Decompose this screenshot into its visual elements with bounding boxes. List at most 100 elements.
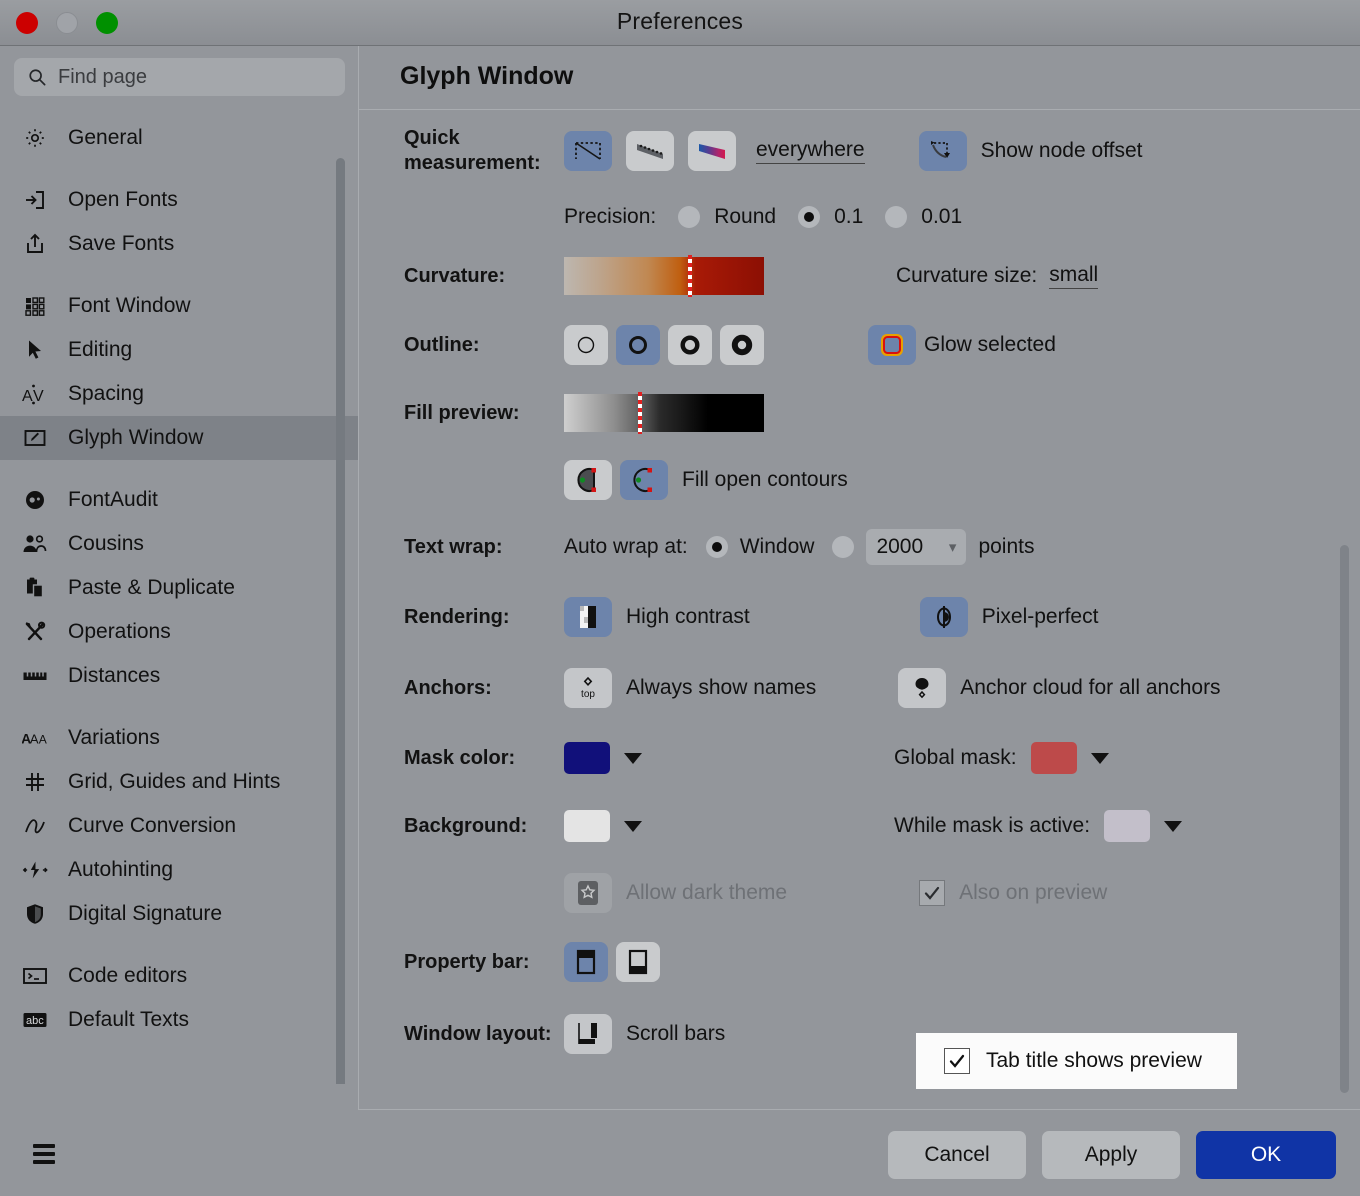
- background-color-swatch[interactable]: [564, 810, 610, 842]
- hamburger-menu-icon[interactable]: [33, 1144, 55, 1168]
- sidebar-item-glyph-window[interactable]: Glyph Window: [0, 416, 359, 460]
- precision-radio-0-01[interactable]: [885, 206, 908, 228]
- precision-radio-0-1[interactable]: [798, 206, 821, 228]
- sidebar-item-code-editors[interactable]: Code editors: [0, 954, 359, 998]
- glow-selected-toggle[interactable]: [868, 325, 916, 365]
- apply-button[interactable]: Apply: [1042, 1131, 1180, 1179]
- chevron-down-icon[interactable]: [624, 820, 642, 832]
- outline-weight-2-button[interactable]: [616, 325, 660, 365]
- svg-text:A: A: [22, 388, 33, 405]
- auto-wrap-points-select[interactable]: 2000 ▾: [866, 529, 967, 565]
- sidebar-item-open-fonts[interactable]: Open Fonts: [0, 178, 359, 222]
- auto-wrap-radio-window[interactable]: [705, 536, 728, 558]
- fill-open-contour-outline-button[interactable]: [620, 459, 668, 500]
- curvature-size-value[interactable]: small: [1049, 263, 1099, 289]
- tab-title-preview-checkbox[interactable]: [944, 1048, 970, 1074]
- clipboard-icon: [22, 575, 48, 601]
- chevron-down-icon: ▾: [948, 539, 957, 556]
- auto-wrap-radio-points[interactable]: [832, 536, 855, 558]
- mask-color-swatch[interactable]: [564, 742, 610, 774]
- chevron-down-icon[interactable]: [1164, 820, 1183, 832]
- sidebar-item-label: Default Texts: [68, 1008, 190, 1031]
- row-theme-options: Allow dark theme Also on preview: [359, 860, 1360, 926]
- sidebar-item-editing[interactable]: Editing: [0, 328, 359, 372]
- sidebar-item-autohinting[interactable]: Autohinting: [0, 848, 359, 892]
- sidebar-item-fontaudit[interactable]: FontAudit: [0, 478, 359, 522]
- search-wrapper: Find page: [0, 46, 359, 110]
- outline-weight-1-button[interactable]: [564, 325, 608, 365]
- fill-preview-marker[interactable]: [638, 392, 642, 434]
- outline-weight-3-button[interactable]: [668, 325, 712, 365]
- auto-wrap-option-window: Window: [739, 535, 815, 558]
- anchor-cloud-label: Anchor cloud for all anchors: [960, 676, 1221, 699]
- sidebar-item-default-texts[interactable]: abc Default Texts: [0, 998, 359, 1042]
- always-show-names-toggle[interactable]: top: [564, 668, 612, 708]
- node-offset-icon: [930, 141, 950, 158]
- measure-color-bar-icon-button[interactable]: [688, 131, 736, 171]
- allow-dark-theme-toggle[interactable]: [564, 873, 612, 913]
- sidebar: Find page General Open Fonts Save Fonts …: [0, 46, 359, 1110]
- svg-text:A: A: [30, 732, 39, 747]
- sidebar-item-spacing[interactable]: AV Spacing: [0, 372, 359, 416]
- sidebar-scrollbar[interactable]: [336, 158, 345, 1096]
- sidebar-item-paste-duplicate[interactable]: Paste & Duplicate: [0, 566, 359, 610]
- sidebar-item-label: Paste & Duplicate: [68, 576, 235, 599]
- precision-radio-round[interactable]: [678, 206, 701, 228]
- open-fonts-icon: [22, 187, 48, 213]
- main-scrollbar[interactable]: [1340, 545, 1349, 1093]
- ok-button[interactable]: OK: [1196, 1131, 1336, 1179]
- sidebar-item-operations[interactable]: Operations: [0, 610, 359, 654]
- fill-open-contour-filled-button[interactable]: [564, 459, 612, 500]
- sidebar-nav: General Open Fonts Save Fonts Font Windo…: [0, 110, 359, 1042]
- measure-box-icon-button[interactable]: [564, 131, 612, 171]
- svg-text:A: A: [39, 733, 48, 747]
- while-mask-active-swatch[interactable]: [1104, 810, 1151, 842]
- fill-preview-label: Fill preview:: [404, 401, 520, 424]
- also-on-preview-checkbox[interactable]: [919, 880, 946, 906]
- show-node-offset-toggle[interactable]: [918, 131, 967, 171]
- chevron-down-icon[interactable]: [1090, 752, 1109, 764]
- property-bar-label: Property bar:: [404, 950, 530, 973]
- auto-wrap-label: Auto wrap at:: [564, 535, 688, 558]
- anchor-cloud-toggle[interactable]: [898, 668, 947, 708]
- high-contrast-label: High contrast: [626, 605, 750, 628]
- cancel-button[interactable]: Cancel: [888, 1131, 1026, 1179]
- scroll-bars-toggle[interactable]: [564, 1014, 612, 1054]
- sidebar-item-save-fonts[interactable]: Save Fonts: [0, 222, 359, 266]
- property-bar-top-button[interactable]: [564, 942, 608, 982]
- mask-color-label: Mask color:: [404, 746, 516, 769]
- row-mask-color: Mask color: Global mask:: [359, 724, 1360, 792]
- curvature-marker[interactable]: [688, 255, 692, 297]
- sidebar-item-distances[interactable]: Distances: [0, 654, 359, 698]
- chevron-down-icon[interactable]: [624, 752, 642, 764]
- glow-selected-label: Glow selected: [924, 333, 1056, 356]
- quick-measurement-scope-link[interactable]: everywhere: [756, 138, 865, 164]
- sidebar-item-variations[interactable]: A A A Variations: [0, 716, 359, 760]
- precision-label: Precision:: [564, 205, 657, 228]
- sidebar-item-label: Editing: [68, 338, 133, 361]
- row-property-bar: Property bar:: [359, 926, 1360, 998]
- tab-title-preview-label: Tab title shows preview: [986, 1049, 1202, 1072]
- sidebar-item-cousins[interactable]: Cousins: [0, 522, 359, 566]
- outline-weight-4-button[interactable]: [720, 325, 764, 365]
- nav-gap: [0, 698, 359, 716]
- row-rendering: Rendering: High contrast Pixel-perfect: [359, 582, 1360, 652]
- curvature-gradient-slider[interactable]: [564, 255, 764, 297]
- high-contrast-toggle[interactable]: [564, 597, 612, 637]
- global-mask-swatch[interactable]: [1030, 742, 1077, 774]
- sidebar-item-font-window[interactable]: Font Window: [0, 284, 359, 328]
- sidebar-item-grid-guides-hints[interactable]: Grid, Guides and Hints: [0, 760, 359, 804]
- sidebar-item-label: Digital Signature: [68, 902, 223, 925]
- property-bar-bottom-button[interactable]: [616, 942, 660, 982]
- window-layout-label: Window layout:: [404, 1022, 552, 1045]
- fill-open-contours-label: Fill open contours: [682, 467, 848, 491]
- sidebar-item-curve-conversion[interactable]: Curve Conversion: [0, 804, 359, 848]
- sidebar-item-digital-signature[interactable]: Digital Signature: [0, 892, 359, 936]
- measure-dotted-bar-icon: [637, 144, 663, 159]
- sidebar-item-label: Open Fonts: [68, 188, 178, 211]
- search-input[interactable]: Find page: [14, 58, 345, 96]
- pixel-perfect-toggle[interactable]: [919, 597, 968, 637]
- sidebar-item-general[interactable]: General: [0, 116, 359, 160]
- fill-preview-gradient-slider[interactable]: [564, 392, 764, 434]
- measure-dotted-bar-icon-button[interactable]: [626, 131, 674, 171]
